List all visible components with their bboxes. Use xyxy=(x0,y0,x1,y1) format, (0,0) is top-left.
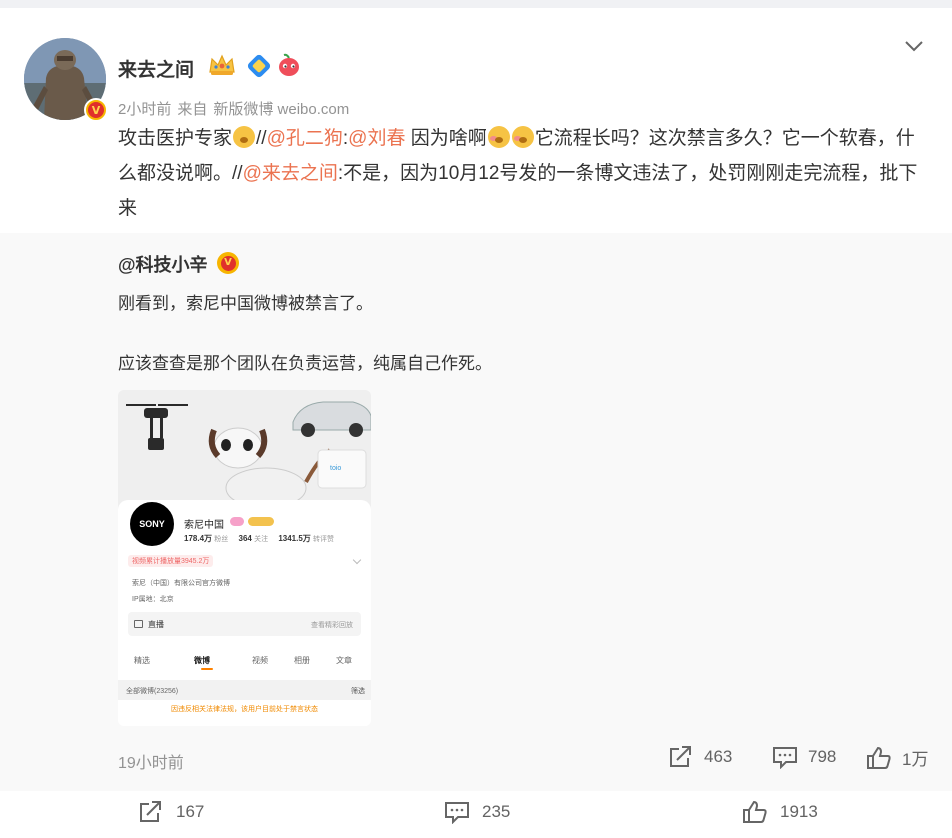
thumbs-up-icon xyxy=(743,800,767,823)
repost-author[interactable]: @科技小辛 xyxy=(118,251,208,277)
tab-weibo: 微博 xyxy=(194,656,210,665)
shy-emoji-icon xyxy=(511,126,534,148)
share-icon xyxy=(140,801,161,822)
sony-avatar: SONY xyxy=(128,500,176,548)
verified-badge: V xyxy=(84,98,108,122)
post-source: 新版微博 weibo.com xyxy=(213,101,350,118)
repost-text-line: 刚看到，索尼中国微博被禁言了。 xyxy=(118,294,373,313)
membership-badge-icon[interactable] xyxy=(247,54,271,78)
repost-share-button[interactable]: 463 xyxy=(668,745,732,769)
all-posts-count: 全部微博(23256) xyxy=(126,688,179,695)
author-avatar[interactable]: V xyxy=(24,38,108,122)
mention-link[interactable]: @刘春 xyxy=(348,128,405,149)
live-more: 查看精彩回放 xyxy=(311,622,353,629)
live-bar: 直播 查看精彩回放 xyxy=(128,612,361,636)
like-count: 1万 xyxy=(902,750,929,769)
ip-line: IP属地：北京 xyxy=(132,596,174,603)
share-icon xyxy=(670,746,691,767)
like-count: 1913 xyxy=(780,802,818,821)
text-segment: 因为啥啊 xyxy=(405,128,487,149)
repost-time[interactable]: 19小时前 xyxy=(118,749,184,773)
shy-emoji-icon xyxy=(487,126,510,148)
share-count: 167 xyxy=(176,802,205,821)
like-button[interactable]: 1913 xyxy=(742,800,818,824)
repost-block[interactable]: @科技小辛 V 刚看到，索尼中国微博被禁言了。 应该查查是那个团队在负责运营，纯… xyxy=(0,233,952,791)
thumbs-up-icon xyxy=(867,746,891,769)
weibo-post-card: V 来去之间 2小时前 来自 新版微博 weibo.com 攻击医护专家 //@孔二狗… xyxy=(0,8,952,838)
tab-featured: 精选 xyxy=(134,656,150,665)
tab-video: 视频 xyxy=(252,656,268,665)
text-segment: // xyxy=(256,128,267,149)
svg-text:toio: toio xyxy=(330,465,341,472)
share-button[interactable]: 167 xyxy=(138,800,204,824)
chevron-down-icon[interactable] xyxy=(903,38,925,54)
author-name[interactable]: 来去之间 xyxy=(118,55,194,82)
verified-line: 索尼（中国）有限公司官方微博 xyxy=(132,580,230,587)
profile-banner: toio xyxy=(118,390,371,510)
live-label: 直播 xyxy=(148,620,164,629)
share-count: 463 xyxy=(704,747,733,766)
mention-link[interactable]: @孔二狗 xyxy=(267,128,343,149)
filter-label: 筛选 xyxy=(351,688,365,695)
comment-button[interactable]: 235 xyxy=(444,800,510,824)
repost-like-button[interactable]: 1万 xyxy=(866,745,928,770)
comment-icon xyxy=(445,802,469,824)
profile-stats: 178.4万 粉丝 364 关注 1341.5万 转评赞 xyxy=(184,534,335,543)
text-segment: 攻击医护专家 xyxy=(118,128,233,149)
tv-icon xyxy=(134,620,143,628)
repost-image[interactable]: toio SONY 索尼中国 178.4万 粉丝 364 关注 1341.5万 … xyxy=(118,390,371,726)
all-posts-bar: 全部微博(23256) 筛选 xyxy=(118,680,371,700)
source-prefix: 来自 xyxy=(177,101,208,118)
post-time[interactable]: 2小时前 xyxy=(118,101,171,118)
mention-link[interactable]: @来去之间 xyxy=(243,163,338,184)
profile-name: 索尼中国 xyxy=(184,520,224,531)
tab-article: 文章 xyxy=(336,656,352,665)
comment-count: 798 xyxy=(808,747,837,766)
repost-text-line: 应该查查是那个团队在负责运营，纯属自己作死。 xyxy=(118,354,492,373)
fan-badge-icon[interactable] xyxy=(276,52,302,78)
views-tag: 视频累计播放量3945.2万 xyxy=(128,555,214,567)
tab-underline xyxy=(201,668,213,670)
post-meta: 2小时前 来自 新版微博 weibo.com xyxy=(118,98,355,119)
repost-comment-button[interactable]: 798 xyxy=(772,745,836,769)
level-badge-icon xyxy=(248,517,274,526)
post-text: 攻击医护专家//@孔二狗:@刘春 因为啥啊 它流程长吗？这次禁言多久？它一个软春，… xyxy=(118,121,918,226)
vip-badge-icon xyxy=(230,517,244,526)
comment-icon xyxy=(773,747,797,769)
tab-album: 相册 xyxy=(294,656,310,665)
ban-warning: 因违反相关法律法规，该用户目前处于禁言状态 xyxy=(171,706,318,713)
repost-verified-badge: V xyxy=(217,252,239,274)
comment-count: 235 xyxy=(482,802,511,821)
crown-icon[interactable] xyxy=(207,52,237,78)
surprised-emoji-icon xyxy=(233,126,256,148)
